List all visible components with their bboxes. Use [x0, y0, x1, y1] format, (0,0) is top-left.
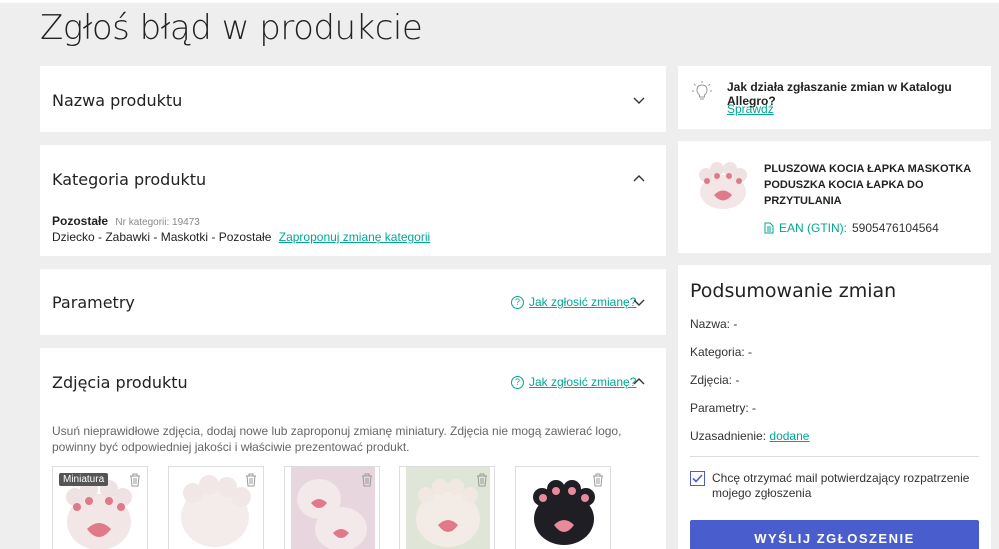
photo-thumb[interactable] [515, 466, 611, 549]
chevron-up-icon[interactable] [632, 172, 646, 186]
trash-icon[interactable] [129, 473, 141, 487]
params-help-link[interactable]: ? Jak zgłosić zmianę? [511, 295, 636, 309]
summary-category: Kategoria: - [690, 345, 753, 359]
summary-panel: Podsumowanie zmian Nazwa: - Kategoria: -… [678, 265, 991, 549]
photo-thumb[interactable]: Miniatura [52, 466, 148, 549]
section-product-name[interactable]: Nazwa produktu [40, 66, 666, 132]
photo-thumb[interactable] [284, 466, 380, 549]
help-check-link[interactable]: Sprawdź [727, 102, 774, 116]
ean-value: 5905476104564 [852, 221, 939, 235]
chevron-up-icon[interactable] [632, 375, 646, 389]
section-category: Kategoria produktu Pozostałe Nr kategori… [40, 145, 666, 256]
question-icon: ? [511, 375, 524, 389]
help-link-label: Jak zgłosić zmianę? [529, 295, 637, 309]
product-box: PLUSZOWA KOCIA ŁAPKA MASKOTKA PODUSZKA K… [678, 141, 991, 253]
section-title: Nazwa produktu [52, 91, 183, 110]
ean-label: EAN (GTIN): [779, 221, 847, 235]
summary-justification: Uzasadnienie: dodane [690, 429, 809, 443]
ean-row: EAN (GTIN): 5905476104564 [764, 221, 939, 235]
checkmark-icon [692, 474, 703, 483]
product-image [699, 162, 747, 209]
top-bar [0, 0, 999, 3]
mail-confirm-checkbox[interactable] [690, 471, 705, 486]
summary-title: Podsumowanie zmian [690, 280, 897, 302]
trash-icon[interactable] [476, 473, 488, 487]
submit-button[interactable]: WYŚLIJ ZGŁOSZENIE [690, 520, 979, 549]
justification-link[interactable]: dodane [769, 429, 809, 443]
divider [690, 456, 979, 457]
section-title: Kategoria produktu [52, 170, 207, 189]
help-link-label: Jak zgłosić zmianę? [529, 375, 637, 389]
change-category-link[interactable]: Zaproponuj zmianę kategorii [279, 230, 430, 244]
section-params[interactable]: Parametry ? Jak zgłosić zmianę? [40, 269, 666, 335]
summary-photos: Zdjęcia: - [690, 373, 740, 387]
section-title: Parametry [52, 293, 135, 312]
page-title: Zgłoś błąd w produkcie [40, 8, 423, 48]
thumbnail-badge: Miniatura [59, 473, 109, 486]
document-icon [764, 222, 774, 234]
photo-thumb[interactable] [399, 466, 495, 549]
category-number: Nr kategorii: 19473 [115, 217, 200, 228]
checkbox-label[interactable]: Chcę otrzymać mail potwierdzający rozpat… [712, 471, 969, 501]
chevron-down-icon[interactable] [632, 295, 646, 309]
justification-label: Uzasadnienie: [690, 429, 767, 443]
section-title: Zdjęcia produktu [52, 373, 188, 392]
lightbulb-icon [692, 81, 712, 100]
summary-params: Parametry: - [690, 401, 757, 415]
summary-name: Nazwa: - [690, 317, 738, 331]
photos-help-link[interactable]: ? Jak zgłosić zmianę? [511, 375, 636, 389]
trash-icon[interactable] [245, 473, 257, 487]
product-name: PLUSZOWA KOCIA ŁAPKA MASKOTKA PODUSZKA K… [764, 163, 972, 207]
question-icon: ? [511, 295, 524, 309]
photo-thumb[interactable] [168, 466, 264, 549]
trash-icon[interactable] [361, 473, 373, 487]
help-box: Jak działa zgłaszanie zmian w Katalogu A… [678, 66, 991, 129]
category-path: Dziecko - Zabawki - Maskotki - Pozostałe [52, 230, 272, 244]
chevron-down-icon[interactable] [632, 93, 646, 107]
photos-description: Usuń nieprawidłowe zdjęcia, dodaj nowe l… [52, 424, 622, 454]
category-name: Pozostałe [52, 214, 109, 228]
trash-icon[interactable] [592, 473, 604, 487]
